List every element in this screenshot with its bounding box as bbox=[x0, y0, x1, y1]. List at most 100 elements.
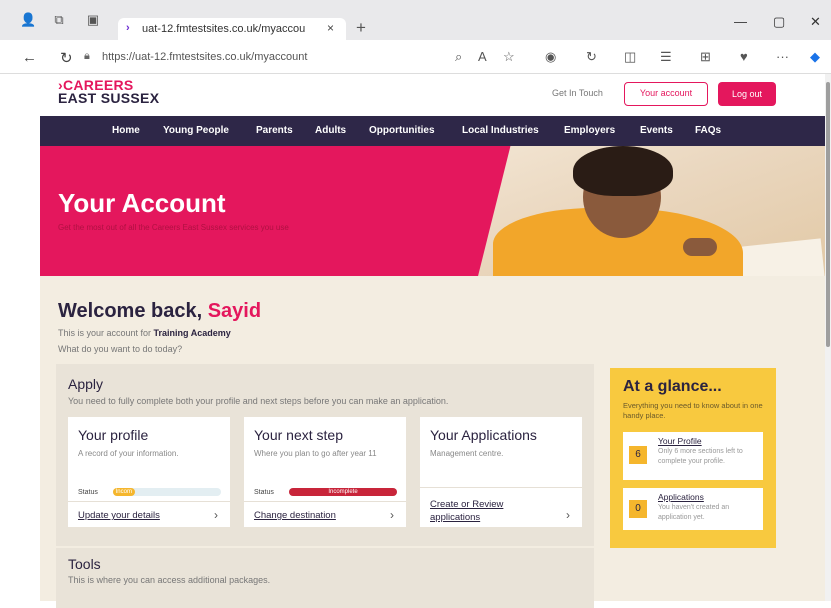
profile-icon[interactable]: 👤 bbox=[20, 13, 36, 27]
change-destination-link[interactable]: Change destination bbox=[254, 510, 336, 521]
nav-opportunities[interactable]: Opportunities bbox=[369, 125, 435, 136]
more-menu-icon[interactable]: ··· bbox=[776, 49, 789, 64]
glance-profile-link[interactable]: Your Profile bbox=[658, 436, 702, 446]
apply-description: You need to fully complete both your pro… bbox=[68, 396, 449, 406]
card-title: Your Applications bbox=[430, 427, 537, 443]
tools-section: Tools This is where you can access addit… bbox=[56, 548, 594, 608]
refresh-button[interactable]: ↻ bbox=[60, 49, 73, 67]
collections-icon[interactable]: ⊞ bbox=[700, 49, 711, 65]
chevron-right-icon: › bbox=[566, 508, 570, 522]
restore-button[interactable]: ▢ bbox=[773, 14, 785, 30]
what-to-do-question: What do you want to do today? bbox=[58, 344, 183, 354]
your-account-button[interactable]: Your account bbox=[624, 82, 708, 106]
status-label: Status bbox=[78, 489, 98, 496]
nav-faqs[interactable]: FAQs bbox=[695, 125, 721, 136]
browser-tab-bar: 👤 ⧉ ▣ › uat-12.fmtestsites.co.uk/myaccou… bbox=[0, 0, 831, 40]
apply-section: Apply You need to fully complete both yo… bbox=[56, 364, 594, 546]
performance-icon[interactable]: ♥ bbox=[740, 49, 748, 64]
favorites-list-icon[interactable]: ☰ bbox=[660, 49, 672, 65]
applications-count-badge: 0 bbox=[629, 500, 647, 518]
chevron-right-icon: › bbox=[214, 508, 218, 522]
your-profile-card: Your profile A record of your informatio… bbox=[68, 417, 230, 527]
site-header: ›CAREERS EAST SUSSEX Get In Touch Your a… bbox=[40, 74, 825, 116]
nav-events[interactable]: Events bbox=[640, 125, 673, 136]
update-details-link[interactable]: Update your details bbox=[78, 510, 160, 521]
account-prefix: This is your account for bbox=[58, 328, 154, 338]
status-label: Status bbox=[254, 489, 274, 496]
glance-applications-link[interactable]: Applications bbox=[658, 492, 704, 502]
address-bar-row: ← ↻ 🔒︎ https://uat-12.fmtestsites.co.uk/… bbox=[0, 40, 831, 74]
user-name: Sayid bbox=[207, 300, 262, 322]
create-review-applications-link[interactable]: Create or Review applications bbox=[430, 498, 550, 524]
get-in-touch-link[interactable]: Get In Touch bbox=[552, 88, 603, 98]
lock-icon[interactable]: 🔒︎ bbox=[84, 50, 90, 63]
favorite-star-icon[interactable]: ☆ bbox=[503, 49, 515, 65]
next-step-status-bar: Incomplete bbox=[289, 488, 397, 496]
card-title: Your profile bbox=[78, 427, 149, 443]
glance-description: Everything you need to know about in one… bbox=[623, 401, 763, 420]
nav-local-industries[interactable]: Local Industries bbox=[462, 125, 539, 136]
back-button[interactable]: ← bbox=[22, 49, 37, 66]
nav-parents[interactable]: Parents bbox=[256, 125, 293, 136]
account-organisation: Training Academy bbox=[153, 328, 231, 338]
hero-person-hand bbox=[683, 238, 717, 256]
at-a-glance-panel: At a glance... Everything you need to kn… bbox=[610, 368, 776, 548]
nav-young-people[interactable]: Young People bbox=[163, 125, 229, 136]
page-title: Your Account bbox=[58, 188, 226, 218]
card-divider bbox=[420, 487, 582, 488]
new-tab-button[interactable]: + bbox=[356, 18, 366, 38]
tools-description: This is where you can access additional … bbox=[68, 575, 271, 585]
log-out-button[interactable]: Log out bbox=[718, 82, 776, 106]
copilot-icon[interactable]: ◆ bbox=[810, 49, 820, 65]
hero-photo bbox=[433, 146, 825, 276]
profile-status-bar: Incom bbox=[113, 488, 221, 496]
glance-item-profile: 6 Your Profile Only 6 more sections left… bbox=[623, 432, 763, 480]
scrollbar-thumb[interactable] bbox=[826, 82, 830, 347]
glance-profile-description: Only 6 more sections left to complete yo… bbox=[658, 448, 743, 465]
card-title: Your next step bbox=[254, 427, 343, 443]
profile-status-fill: Incom bbox=[113, 488, 135, 496]
card-description: Management centre. bbox=[430, 449, 504, 458]
card-divider bbox=[68, 501, 230, 502]
window-close-button[interactable]: ✕ bbox=[810, 14, 821, 30]
nav-home[interactable]: Home bbox=[112, 125, 140, 136]
page-scrollbar[interactable] bbox=[825, 74, 831, 601]
welcome-prefix: Welcome back, bbox=[58, 300, 208, 322]
next-step-status-text: Incomplete bbox=[328, 489, 358, 495]
hero-subtitle: Get the most out of all the Careers East… bbox=[58, 223, 289, 232]
applications-card: Your Applications Management centre. Cre… bbox=[420, 417, 582, 527]
hero-person-hair bbox=[573, 146, 673, 196]
account-content: Welcome back, Sayid This is your account… bbox=[40, 276, 825, 608]
main-navigation: Home Young People Parents Adults Opportu… bbox=[40, 116, 825, 146]
glance-title: At a glance... bbox=[623, 378, 722, 395]
split-screen-icon[interactable]: ◫ bbox=[624, 49, 636, 65]
read-aloud-icon[interactable]: A bbox=[478, 49, 487, 64]
browser-tab[interactable]: › uat-12.fmtestsites.co.uk/myaccou × bbox=[118, 18, 346, 40]
refresh-extension-icon[interactable]: ↻ bbox=[586, 49, 597, 65]
tab-title: uat-12.fmtestsites.co.uk/myaccou bbox=[142, 23, 306, 35]
extension-icon[interactable]: ◉ bbox=[545, 49, 556, 65]
profile-status-text: Incom bbox=[115, 489, 132, 495]
chevron-right-icon: › bbox=[390, 508, 394, 522]
careers-east-sussex-logo[interactable]: ›CAREERS EAST SUSSEX bbox=[58, 78, 160, 106]
minimize-button[interactable]: — bbox=[734, 14, 747, 29]
site-favicon-icon: › bbox=[126, 22, 130, 34]
next-step-status-fill: Incomplete bbox=[289, 488, 397, 496]
glance-applications-description: You haven't created an application yet. bbox=[658, 504, 730, 521]
logo-line2: EAST SUSSEX bbox=[58, 90, 160, 106]
glance-item-applications: 0 Applications You haven't created an ap… bbox=[623, 488, 763, 530]
nav-employers[interactable]: Employers bbox=[564, 125, 615, 136]
card-description: A record of your information. bbox=[78, 449, 179, 458]
hero-banner: Your Account Get the most out of all the… bbox=[40, 146, 825, 276]
welcome-heading: Welcome back, Sayid bbox=[58, 300, 261, 323]
tab-close-icon[interactable]: × bbox=[327, 21, 334, 35]
url-field[interactable]: https://uat-12.fmtestsites.co.uk/myaccou… bbox=[102, 47, 392, 67]
tools-title: Tools bbox=[68, 556, 101, 572]
tab-actions-icon[interactable]: ▣ bbox=[86, 13, 100, 27]
profile-count-badge: 6 bbox=[629, 446, 647, 464]
apply-title: Apply bbox=[68, 376, 104, 392]
card-description: Where you plan to go after year 11 bbox=[254, 449, 377, 458]
nav-adults[interactable]: Adults bbox=[315, 125, 346, 136]
workspaces-icon[interactable]: ⧉ bbox=[52, 13, 66, 27]
search-page-icon[interactable]: ⌕ bbox=[455, 49, 462, 65]
